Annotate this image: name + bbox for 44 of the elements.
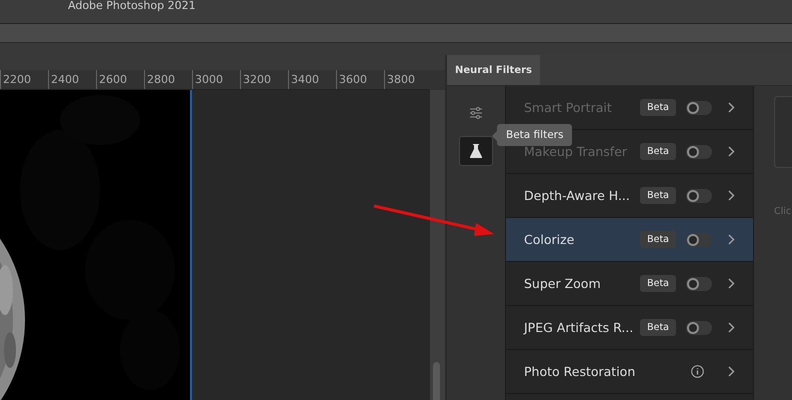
beta-badge: Beta: [640, 319, 676, 336]
filter-name: Smart Portrait: [524, 100, 613, 115]
filter-name: Makeup Transfer: [524, 144, 628, 159]
chevron-right-icon[interactable]: [728, 366, 735, 377]
info-icon[interactable]: [691, 365, 704, 378]
ruler-label: 3800: [384, 70, 432, 89]
ruler-label: 2400: [48, 70, 96, 89]
filter-name: Colorize: [524, 232, 576, 247]
beta-badge: Beta: [640, 231, 676, 248]
ruler-label: 3400: [288, 70, 336, 89]
scrollbar[interactable]: [430, 90, 445, 400]
window-title: Adobe Photoshop 2021: [68, 0, 196, 12]
sliders-icon: [469, 106, 483, 120]
tooltip-pointer: [492, 131, 497, 141]
filter-name: JPEG Artifacts R...: [524, 320, 634, 335]
ruler-label: 3600: [336, 70, 384, 89]
toggle-switch[interactable]: [686, 232, 712, 246]
chevron-right-icon[interactable]: [728, 322, 735, 333]
ruler-label: 2600: [96, 70, 144, 89]
chevron-right-icon[interactable]: [728, 278, 735, 289]
ruler-label: 2800: [144, 70, 192, 89]
ruler-label: 3000: [192, 70, 240, 89]
beta-badge: Beta: [640, 187, 676, 204]
chevron-right-icon[interactable]: [728, 190, 735, 201]
ruler-label: 3200: [240, 70, 288, 89]
chevron-right-icon[interactable]: [728, 234, 735, 245]
beta-badge: Beta: [640, 99, 676, 116]
filter-row[interactable]: JPEG Artifacts R... Beta: [506, 306, 753, 350]
flask-icon: [470, 144, 482, 158]
filter-name: Super Zoom: [524, 276, 602, 291]
filter-name: Photo Restoration: [524, 364, 636, 379]
beta-badge: Beta: [640, 275, 676, 292]
toggle-switch[interactable]: [686, 188, 712, 202]
filter-row[interactable]: Super Zoom Beta: [506, 262, 753, 306]
filter-name: Depth-Aware H...: [524, 188, 631, 203]
ruler-label: 2200: [0, 70, 48, 89]
side-button[interactable]: [459, 136, 493, 166]
filter-row[interactable]: Colorize Beta: [506, 218, 753, 262]
filter-row[interactable]: Photo Restoration: [506, 350, 753, 394]
toggle-switch[interactable]: [686, 320, 712, 334]
toggle-switch[interactable]: [686, 276, 712, 290]
beta-badge: Beta: [640, 143, 676, 160]
panel-tab[interactable]: Neural Filters: [447, 55, 540, 85]
tooltip: Beta filters: [497, 124, 572, 146]
